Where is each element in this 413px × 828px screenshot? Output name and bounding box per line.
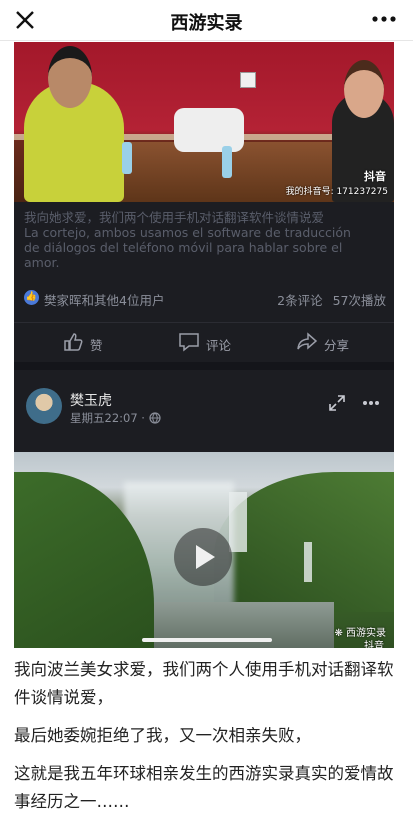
article-paragraph: 这就是我五年环球相亲发生的西游实录真实的爱情故事经历之一…… xyxy=(14,764,394,811)
photo-woman-head xyxy=(344,60,384,118)
post-more-icon[interactable] xyxy=(362,400,380,406)
video-waterfall xyxy=(304,542,312,582)
post-caption: 我向她求爱，我们两个使用手机对话翻译软件谈情说爱 La cortejo, amb… xyxy=(24,210,386,270)
article-paragraph: 最后她委婉拒绝了我，又一次相亲失败， xyxy=(14,726,311,745)
expand-icon[interactable] xyxy=(328,394,346,412)
more-dots-icon[interactable] xyxy=(371,14,397,24)
likers-text[interactable]: 樊家晖和其他4位用户 xyxy=(44,290,164,309)
avatar[interactable] xyxy=(26,388,62,424)
post-photo[interactable]: 抖音 我的抖音号: 171237275 xyxy=(14,42,394,202)
article-paragraph: 我向波兰美女求爱，我们两个人使用手机对话翻译软件谈情说爱， xyxy=(14,660,394,707)
post-time-text: 星期五22:07 · xyxy=(70,411,145,425)
author-row: 樊玉虎 星期五22:07 · xyxy=(14,388,394,438)
comment-count[interactable]: 2条评论 xyxy=(277,293,322,308)
video-progress-bar[interactable] xyxy=(142,638,272,642)
share-label: 分享 xyxy=(324,338,350,353)
video-waterfall xyxy=(229,492,247,552)
thumbs-up-icon xyxy=(64,333,83,351)
comment-label: 评论 xyxy=(206,338,232,353)
globe-icon xyxy=(149,412,161,424)
comment-icon xyxy=(179,333,199,352)
thumbs-up-badge-icon: 👍 xyxy=(24,290,39,305)
caption-line: La cortejo, ambos usamos el software de … xyxy=(24,225,351,240)
caption-line: amor. xyxy=(24,255,60,270)
photo-socket xyxy=(240,72,256,88)
post-stats: 👍 樊家晖和其他4位用户 2条评论 57次播放 xyxy=(24,288,386,308)
post-counts: 2条评论 57次播放 xyxy=(277,290,386,309)
play-button[interactable] xyxy=(174,528,232,586)
caption-line: 我向她求爱，我们两个使用手机对话翻译软件谈情说爱 xyxy=(24,210,325,225)
photo-bottle xyxy=(122,142,132,174)
douyin-watermark-id: 我的抖音号: 171237275 xyxy=(285,187,388,197)
video-douyin-tag: 抖音 xyxy=(364,641,384,648)
like-label: 赞 xyxy=(90,338,103,353)
photo-bottle xyxy=(222,146,232,178)
post-time: 星期五22:07 · xyxy=(70,410,161,426)
douyin-watermark-logo: 抖音 xyxy=(364,170,386,183)
article-body: 我向波兰美女求爱，我们两个人使用手机对话翻译软件谈情说爱， 最后她委婉拒绝了我，… xyxy=(14,656,398,826)
play-count: 57次播放 xyxy=(332,293,386,308)
play-icon xyxy=(196,545,215,569)
post-actions: 赞 评论 分享 xyxy=(14,322,394,363)
photo-bag xyxy=(174,108,244,152)
post-card: 抖音 我的抖音号: 171237275 我向她求爱，我们两个使用手机对话翻译软件… xyxy=(14,42,394,452)
top-bar: 西游实录 xyxy=(0,0,413,41)
page-title: 西游实录 xyxy=(170,13,243,34)
caption-line: de diálogos del teléfono móvil para habl… xyxy=(24,240,343,255)
video-player[interactable]: ❋ 西游实录 抖音 xyxy=(14,452,394,648)
card-divider xyxy=(14,362,394,370)
share-icon xyxy=(297,332,318,350)
author-name[interactable]: 樊玉虎 xyxy=(70,390,112,410)
photo-man-head xyxy=(48,46,92,108)
